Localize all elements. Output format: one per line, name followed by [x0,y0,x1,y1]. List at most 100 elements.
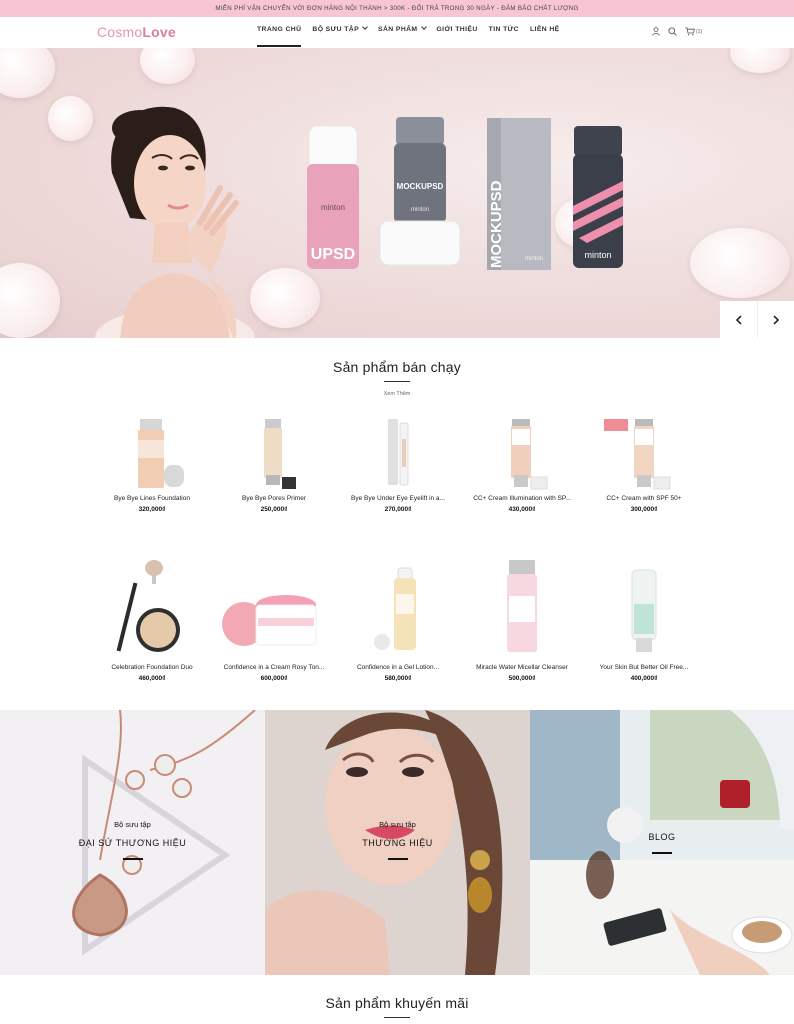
product-card[interactable]: CC+ Cream with SPF 50+ 300,000₫ [584,415,704,513]
product-price: 500,000₫ [508,675,536,682]
banner-brand-ambassador[interactable]: Bộ sưu tập ĐẠI SỨ THƯƠNG HIỆU [0,710,265,975]
product-image[interactable] [462,415,582,495]
banner-caption: Bộ sưu tập THƯƠNG HIỆU [265,820,530,860]
hero-model-image [95,106,255,338]
search-icon[interactable] [668,27,677,36]
banner-underline [122,858,143,860]
cart-icon [685,27,695,36]
product-price: 580,000₫ [384,675,412,682]
site-logo[interactable]: CosmoLove [97,24,176,40]
cart-count: (1) [696,28,703,35]
chevron-left-icon [735,314,742,325]
nav-item-about[interactable]: GIỚI THIỆU [437,26,478,33]
logo-text-light: Cosmo [97,24,143,40]
banner-title: ĐẠI SỨ THƯƠNG HIỆU [78,838,187,848]
nav-item-contact[interactable]: LIÊN HỆ [530,26,560,33]
announcement-text: MIỄN PHÍ VẬN CHUYỂN VỚI ĐƠN HÀNG NỘI THÀ… [215,5,579,12]
hero-product-3-brand: minton [525,256,543,262]
product-price: 250,000₫ [260,506,288,513]
banner-subtitle: Bộ sưu tập [379,820,416,829]
nav-item-news[interactable]: TIN TỨC [489,26,519,33]
promo-title: Sản phẩm khuyến mãi [325,995,469,1011]
product-image[interactable] [584,415,704,495]
chevron-right-icon [773,314,780,325]
banner-caption: BLOG [530,832,794,854]
product-name[interactable]: Confidence in a Gel Lotion... [338,664,458,671]
product-image[interactable] [338,560,458,664]
banner-title: THƯƠNG HIỆU [362,838,433,848]
product-price: 400,000₫ [630,675,658,682]
hero-product-3-label: MOCKUPSD [488,180,505,268]
view-more-link[interactable]: Xem Thêm [0,391,794,397]
hero-product-2-label: MOCKUPSD [397,182,444,191]
slider-next-button[interactable] [757,301,794,338]
product-price: 300,000₫ [630,506,658,513]
product-card[interactable]: Bye Bye Lines Foundation 320,000₫ [92,415,212,513]
product-card[interactable]: Your Skin But Better Oil Free... 400,000… [584,560,704,682]
nav-item-collections[interactable]: BỘ SƯU TẬP [312,24,368,33]
logo-text-bold: Love [142,24,176,40]
hero-product-dark-bottle: minton [573,126,623,268]
announcement-bar: MIỄN PHÍ VẬN CHUYỂN VỚI ĐƠN HÀNG NỘI THÀ… [0,0,794,17]
nav-item-collections-label: BỘ SƯU TẬP [312,26,360,33]
chevron-down-icon [420,24,427,30]
banner-caption: Bộ sưu tập ĐẠI SỨ THƯƠNG HIỆU [0,820,265,860]
nav-item-products-label: SẢN PHẨM [378,26,418,33]
main-nav: TRANG CHỦ BỘ SƯU TẬP SẢN PHẨM GIỚI THIỆU… [257,24,560,47]
product-name[interactable]: Confidence in a Cream Rosy Ton... [214,664,334,671]
hero-product-1-label: UPSD [311,246,355,263]
product-card[interactable]: CC+ Cream Illumination with SP... 430,00… [462,415,582,513]
product-image[interactable] [584,560,704,664]
product-image[interactable] [214,415,334,495]
product-card[interactable]: Miracle Water Micellar Cleanser 500,000₫ [462,552,582,682]
product-image[interactable] [214,560,334,664]
banner-subtitle: Bộ sưu tập [114,820,151,829]
product-name[interactable]: Miracle Water Micellar Cleanser [462,664,582,671]
product-name[interactable]: CC+ Cream with SPF 50+ [584,495,704,502]
product-name[interactable]: Celebration Foundation Duo [92,664,212,671]
title-underline [384,381,410,382]
slider-prev-button[interactable] [720,301,757,338]
hero-product-pink-bottle: minton UPSD [307,126,359,269]
product-price: 270,000₫ [384,506,412,513]
nav-item-products[interactable]: SẢN PHẨM [378,24,427,33]
product-image[interactable] [92,560,212,664]
product-image[interactable] [462,552,582,664]
product-name[interactable]: Bye Bye Under Eye Eyelift in a... [338,495,458,502]
nav-item-home[interactable]: TRANG CHỦ [257,26,302,47]
rose-decoration [690,228,790,298]
product-price: 430,000₫ [508,506,536,513]
banner-underline [652,852,672,854]
product-name[interactable]: Your Skin But Better Oil Free... [584,664,704,671]
user-icon[interactable] [652,27,660,36]
banner-blog[interactable]: BLOG [530,710,794,975]
hero-product-2-brand: minton [411,207,429,213]
product-image[interactable] [92,415,212,495]
hero-product-box: MOCKUPSD minton [487,118,551,270]
product-price: 320,000₫ [138,506,166,513]
product-price: 600,000₫ [260,675,288,682]
cart-button[interactable]: (1) [685,27,702,36]
product-card[interactable]: Bye Bye Under Eye Eyelift in a... 270,00… [338,415,458,513]
view-more-label[interactable]: Xem Thêm [384,391,411,397]
title-underline [384,1017,410,1018]
banner-title: BLOG [648,832,676,842]
product-name[interactable]: CC+ Cream Illumination with SP... [462,495,582,502]
banner-brands[interactable]: Bộ sưu tập THƯƠNG HIỆU [265,710,530,975]
product-price: 460,000₫ [138,675,166,682]
product-name[interactable]: Bye Bye Pores Primer [214,495,334,502]
header-icons: (1) [652,27,702,36]
product-card[interactable]: Celebration Foundation Duo 460,000₫ [92,560,212,682]
hero-product-4-brand: minton [584,250,611,260]
banner-underline [387,858,408,860]
hero-slider: minton UPSD MOCKUPSD minton MOCKUPSD min… [0,48,794,338]
product-name[interactable]: Bye Bye Lines Foundation [92,495,212,502]
site-header: CosmoLove TRANG CHỦ BỘ SƯU TẬP SẢN PHẨM … [0,17,794,48]
product-card[interactable]: Confidence in a Cream Rosy Ton... 600,00… [214,560,334,682]
bestsellers-title: Sản phẩm bán chạy [333,359,461,375]
product-card[interactable]: Bye Bye Pores Primer 250,000₫ [214,415,334,513]
product-image[interactable] [338,415,458,495]
hero-product-grey-bottle: MOCKUPSD minton [379,117,461,266]
product-card[interactable]: Confidence in a Gel Lotion... 580,000₫ [338,560,458,682]
chevron-down-icon [362,24,368,30]
